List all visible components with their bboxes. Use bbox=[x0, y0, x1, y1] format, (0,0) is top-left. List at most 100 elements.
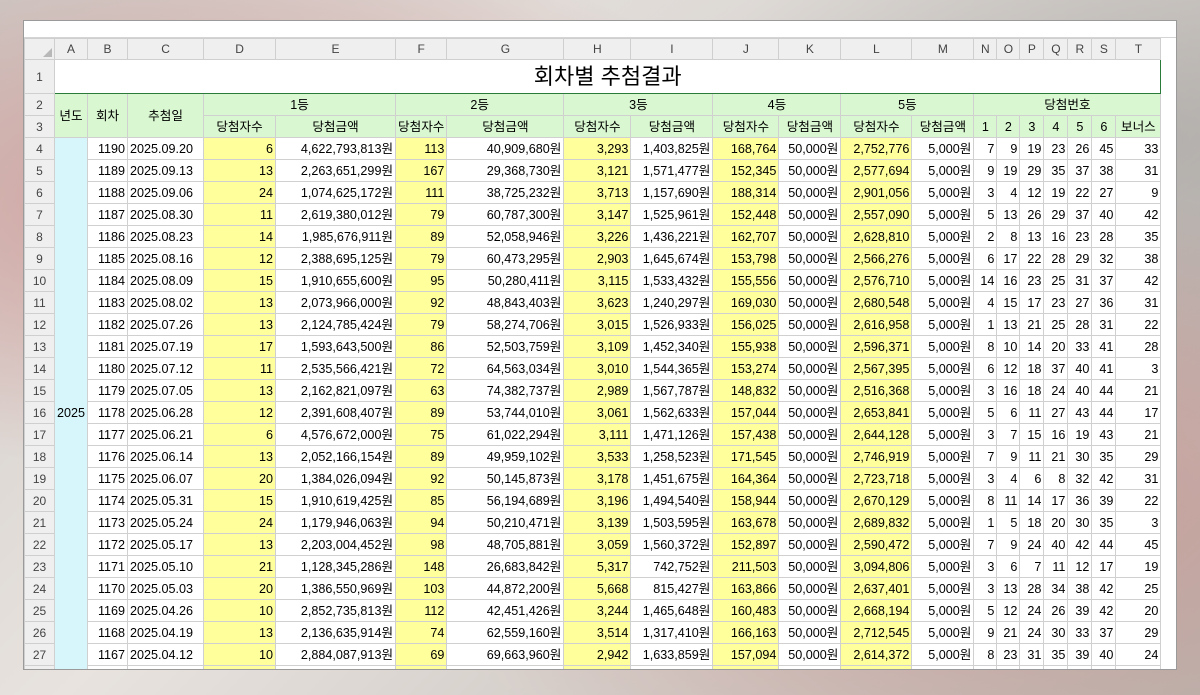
winning-number-cell[interactable]: 36 bbox=[1091, 291, 1117, 314]
second-amount-cell[interactable]: 48,705,881원 bbox=[446, 533, 565, 556]
third-amount-cell[interactable]: 1,503,595원 bbox=[630, 511, 714, 534]
second-amount-cell[interactable]: 38,725,232원 bbox=[446, 181, 565, 204]
fifth-winners-cell[interactable]: 2,644,128 bbox=[840, 423, 913, 446]
fourth-winners-cell[interactable]: 158,944 bbox=[712, 489, 780, 512]
fifth-winners-cell[interactable]: 2,576,710 bbox=[840, 269, 913, 292]
second-winners-cell[interactable]: 75 bbox=[395, 423, 448, 446]
fifth-winners-cell[interactable]: 2,577,694 bbox=[840, 159, 913, 182]
column-header[interactable]: D bbox=[203, 38, 277, 60]
row-header[interactable]: 16 bbox=[24, 401, 55, 424]
winning-number-cell[interactable]: 19 bbox=[996, 159, 1021, 182]
winning-number-cell[interactable]: 16 bbox=[996, 379, 1021, 402]
winning-number-cell[interactable]: 11 bbox=[1019, 401, 1045, 424]
row-header[interactable]: 21 bbox=[24, 511, 55, 534]
winning-number-cell[interactable]: 29 bbox=[1067, 247, 1093, 270]
round-cell[interactable]: 1177 bbox=[87, 423, 129, 446]
winning-number-cell[interactable]: 18 bbox=[1019, 379, 1045, 402]
fourth-winners-cell[interactable]: 164,364 bbox=[712, 467, 780, 490]
winning-number-cell[interactable]: 27 bbox=[1091, 181, 1117, 204]
fifth-winners-cell[interactable]: 2,752,776 bbox=[840, 137, 913, 160]
date-cell[interactable]: 2025.09.06 bbox=[127, 181, 205, 204]
round-cell[interactable]: 1183 bbox=[87, 291, 129, 314]
winning-number-cell[interactable]: 32 bbox=[1067, 467, 1093, 490]
fifth-winners-cell[interactable]: 2,670,129 bbox=[840, 489, 913, 512]
number-header[interactable]: 5 bbox=[1067, 115, 1093, 138]
winning-number-cell[interactable]: 11 bbox=[1043, 555, 1069, 578]
fourth-winners-cell[interactable]: 171,545 bbox=[712, 445, 780, 468]
third-amount-cell[interactable]: 1,317,410원 bbox=[630, 621, 714, 644]
fifth-amount-cell[interactable]: 5,000원 bbox=[911, 467, 975, 490]
third-winners-cell[interactable]: 3,244 bbox=[563, 599, 632, 622]
winning-number-cell[interactable]: 44 bbox=[1091, 401, 1117, 424]
fourth-winners-cell[interactable]: 168,764 bbox=[712, 137, 780, 160]
bonus-number-cell[interactable]: 35 bbox=[1115, 225, 1162, 248]
winning-number-cell[interactable]: 37 bbox=[1091, 269, 1117, 292]
third-amount-cell[interactable]: 1,436,221원 bbox=[630, 225, 714, 248]
amount-header[interactable]: 당첨금액 bbox=[778, 115, 842, 138]
number-header[interactable]: 2 bbox=[996, 115, 1021, 138]
first-winners-cell[interactable]: 13 bbox=[203, 291, 277, 314]
winning-number-cell[interactable]: 40 bbox=[1067, 357, 1093, 380]
row-header[interactable]: 28 bbox=[24, 665, 55, 669]
round-cell[interactable]: 1173 bbox=[87, 511, 129, 534]
second-winners-cell[interactable]: 89 bbox=[395, 445, 448, 468]
fourth-winners-cell[interactable]: 152,897 bbox=[712, 533, 780, 556]
bonus-number-cell[interactable]: 3 bbox=[1115, 357, 1162, 380]
bonus-number-cell[interactable]: 22 bbox=[1115, 313, 1162, 336]
second-winners-cell[interactable]: 111 bbox=[395, 181, 448, 204]
winning-number-cell[interactable]: 21 bbox=[1043, 445, 1069, 468]
third-amount-cell[interactable]: 1,403,825원 bbox=[630, 137, 714, 160]
round-cell[interactable]: 1166 bbox=[87, 665, 129, 669]
first-winners-cell[interactable]: 11 bbox=[203, 357, 277, 380]
row-header[interactable]: 2 bbox=[24, 93, 55, 116]
second-winners-cell[interactable]: 148 bbox=[395, 555, 448, 578]
date-cell[interactable]: 2025.09.13 bbox=[127, 159, 205, 182]
third-amount-cell[interactable]: 1,494,540원 bbox=[630, 489, 714, 512]
third-amount-cell[interactable]: 1,645,674원 bbox=[630, 247, 714, 270]
column-header[interactable]: P bbox=[1019, 38, 1045, 60]
date-cell[interactable]: 2025.04.12 bbox=[127, 643, 205, 666]
winning-number-cell[interactable]: 17 bbox=[1019, 291, 1045, 314]
second-winners-cell[interactable]: 79 bbox=[395, 313, 448, 336]
second-amount-cell[interactable]: 60,787,300원 bbox=[446, 203, 565, 226]
winning-number-cell[interactable]: 2 bbox=[973, 225, 998, 248]
number-header[interactable]: 6 bbox=[1091, 115, 1117, 138]
column-header[interactable]: J bbox=[712, 38, 780, 60]
winning-number-cell[interactable]: 44 bbox=[1091, 533, 1117, 556]
winning-number-cell[interactable]: 30 bbox=[1043, 621, 1069, 644]
bonus-number-cell[interactable]: 19 bbox=[1115, 555, 1162, 578]
third-winners-cell[interactable]: 3,147 bbox=[563, 203, 632, 226]
winning-number-cell[interactable]: 27 bbox=[1067, 291, 1093, 314]
winners-header[interactable]: 당첨자수 bbox=[395, 115, 448, 138]
third-winners-cell[interactable]: 3,178 bbox=[563, 467, 632, 490]
date-cell[interactable]: 2025.09.20 bbox=[127, 137, 205, 160]
winning-number-cell[interactable]: 9 bbox=[973, 621, 998, 644]
prize-group-header[interactable]: 4등 bbox=[712, 93, 842, 116]
fifth-winners-cell[interactable]: 2,596,371 bbox=[840, 335, 913, 358]
winning-number-cell[interactable]: 28 bbox=[1043, 247, 1069, 270]
round-cell[interactable]: 1179 bbox=[87, 379, 129, 402]
winning-number-cell[interactable]: 16 bbox=[1043, 225, 1069, 248]
winning-number-cell[interactable]: 42 bbox=[1067, 533, 1093, 556]
fifth-amount-cell[interactable]: 5,000원 bbox=[911, 555, 975, 578]
fifth-winners-cell[interactable]: 2,653,841 bbox=[840, 401, 913, 424]
winning-number-cell[interactable]: 7 bbox=[973, 533, 998, 556]
fourth-winners-cell[interactable]: 211,503 bbox=[712, 555, 780, 578]
fifth-amount-cell[interactable]: 5,000원 bbox=[911, 357, 975, 380]
column-header[interactable]: G bbox=[446, 38, 565, 60]
first-winners-cell[interactable]: 10 bbox=[203, 599, 277, 622]
row-header[interactable]: 3 bbox=[24, 115, 55, 138]
third-winners-cell[interactable]: 3,293 bbox=[563, 137, 632, 160]
fourth-amount-cell[interactable]: 50,000원 bbox=[778, 643, 842, 666]
winners-header[interactable]: 당첨자수 bbox=[203, 115, 277, 138]
winning-number-cell[interactable]: 21 bbox=[1019, 313, 1045, 336]
winning-number-cell[interactable]: 11 bbox=[1019, 445, 1045, 468]
winning-number-cell[interactable]: 31 bbox=[1019, 643, 1045, 666]
second-amount-cell[interactable]: 60,442,665원 bbox=[446, 665, 565, 669]
second-winners-cell[interactable]: 89 bbox=[395, 401, 448, 424]
second-winners-cell[interactable]: 92 bbox=[395, 291, 448, 314]
third-winners-cell[interactable]: 3,226 bbox=[563, 225, 632, 248]
row-header[interactable]: 17 bbox=[24, 423, 55, 446]
round-cell[interactable]: 1181 bbox=[87, 335, 129, 358]
fourth-amount-cell[interactable]: 50,000원 bbox=[778, 401, 842, 424]
